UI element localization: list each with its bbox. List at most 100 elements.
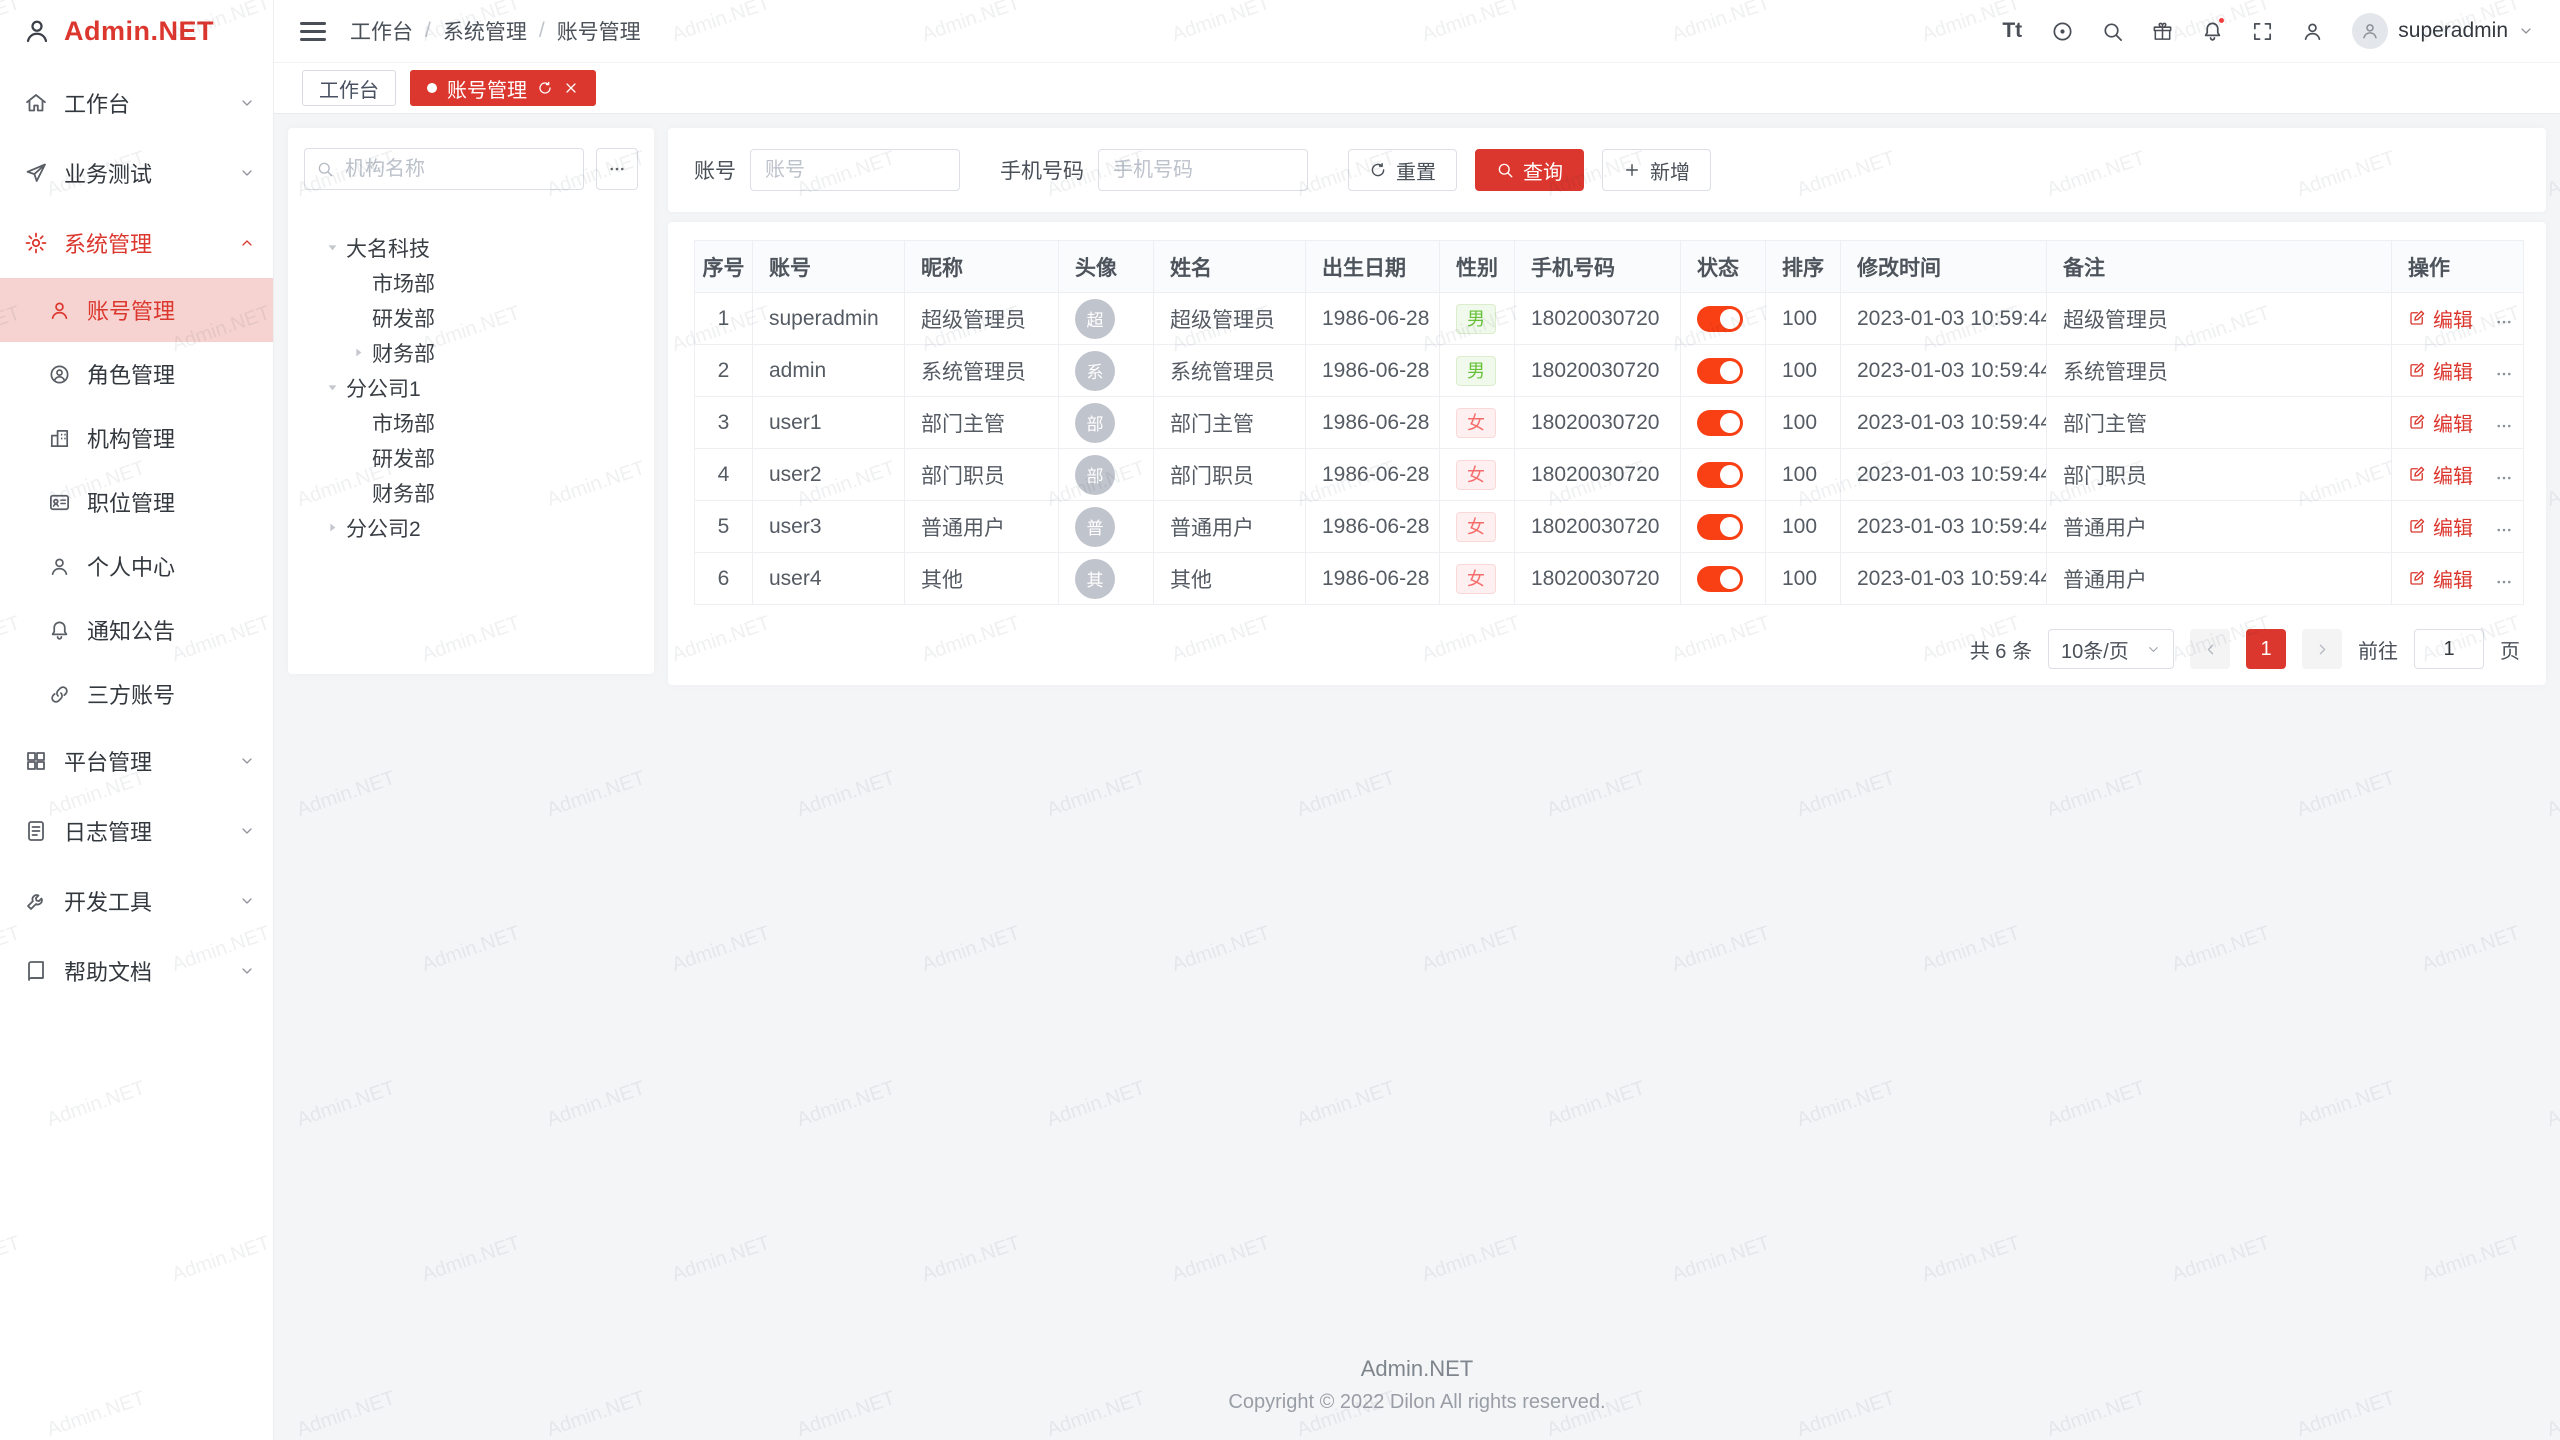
cell-no: 5 xyxy=(695,501,753,553)
account-input[interactable] xyxy=(750,149,960,191)
tree-item[interactable]: 大名科技 xyxy=(304,230,638,265)
row-avatar: 普 xyxy=(1075,507,1115,547)
sidebar: Admin.NET 工作台业务测试系统管理账号管理角色管理机构管理职位管理个人中… xyxy=(0,0,274,1440)
cell-sort: 100 xyxy=(1766,553,1841,605)
sidebar-subitem[interactable]: 职位管理 xyxy=(0,470,273,534)
more-icon xyxy=(2495,521,2513,539)
edit-button[interactable]: 编辑 xyxy=(2408,564,2473,593)
caret-right-icon[interactable] xyxy=(318,519,346,536)
sidebar-subitem[interactable]: 个人中心 xyxy=(0,534,273,598)
row-more-button[interactable] xyxy=(2495,573,2513,591)
tree-item[interactable]: 分公司1 xyxy=(304,370,638,405)
search-icon[interactable] xyxy=(2090,9,2134,53)
breadcrumb-item[interactable]: 系统管理 xyxy=(443,16,527,46)
row-more-button[interactable] xyxy=(2495,365,2513,383)
tab-dot xyxy=(427,83,437,93)
breadcrumb-item[interactable]: 工作台 xyxy=(350,16,413,46)
menu-toggle-icon[interactable] xyxy=(300,22,326,41)
cell-birthday: 1986-06-28 xyxy=(1306,553,1440,605)
bell-icon[interactable] xyxy=(2190,9,2234,53)
cell-phone: 18020030720 xyxy=(1515,501,1681,553)
sidebar-item[interactable]: 业务测试 xyxy=(0,138,273,208)
user-icon xyxy=(2301,20,2324,43)
fullscreen-icon[interactable] xyxy=(2240,9,2284,53)
close-icon xyxy=(563,80,579,96)
row-more-button[interactable] xyxy=(2495,417,2513,435)
sidebar-item[interactable]: 开发工具 xyxy=(0,866,273,936)
tree-item[interactable]: 研发部 xyxy=(304,440,638,475)
prev-page-button[interactable] xyxy=(2190,629,2230,669)
sidebar-item[interactable]: 系统管理 xyxy=(0,208,273,278)
cell-account: user3 xyxy=(753,501,905,553)
sidebar-subitem[interactable]: 角色管理 xyxy=(0,342,273,406)
cell-account: user2 xyxy=(753,449,905,501)
cell-gender: 男 xyxy=(1440,293,1515,345)
edit-button[interactable]: 编辑 xyxy=(2408,408,2473,437)
sidebar-subitem[interactable]: 账号管理 xyxy=(0,278,273,342)
table-row: 2admin系统管理员系系统管理员1986-06-28男180200307201… xyxy=(695,345,2524,397)
cell-avatar: 普 xyxy=(1059,501,1154,553)
sidebar-subitem[interactable]: 三方账号 xyxy=(0,662,273,726)
status-switch[interactable] xyxy=(1697,462,1743,488)
font-size-icon[interactable]: Tt xyxy=(1990,9,2034,53)
org-search-input[interactable] xyxy=(304,148,584,190)
edit-icon xyxy=(2408,517,2426,535)
edit-button[interactable]: 编辑 xyxy=(2408,304,2473,333)
edit-button[interactable]: 编辑 xyxy=(2408,512,2473,541)
sidebar-subitem[interactable]: 机构管理 xyxy=(0,406,273,470)
next-page-button[interactable] xyxy=(2302,629,2342,669)
status-switch[interactable] xyxy=(1697,514,1743,540)
phone-field: 手机号码 xyxy=(1000,149,1308,191)
dot-circle-icon[interactable] xyxy=(2040,9,2084,53)
cell-gender: 女 xyxy=(1440,501,1515,553)
row-more-button[interactable] xyxy=(2495,521,2513,539)
current-page-button[interactable]: 1 xyxy=(2246,629,2286,669)
reset-button[interactable]: 重置 xyxy=(1348,149,1457,191)
breadcrumb-item[interactable]: 账号管理 xyxy=(557,16,641,46)
sidebar-subitem[interactable]: 通知公告 xyxy=(0,598,273,662)
tree-item[interactable]: 市场部 xyxy=(304,265,638,300)
tab[interactable]: 账号管理 xyxy=(410,70,596,106)
org-more-button[interactable] xyxy=(596,148,638,190)
tree-item[interactable]: 研发部 xyxy=(304,300,638,335)
sidebar-item[interactable]: 帮助文档 xyxy=(0,936,273,1006)
cell-modified: 2023-01-03 10:59:44 xyxy=(1841,397,2047,449)
user-menu[interactable]: superadmin xyxy=(2352,13,2534,49)
phone-input[interactable] xyxy=(1098,149,1308,191)
caret-right-icon[interactable] xyxy=(344,344,372,361)
search-button[interactable]: 查询 xyxy=(1475,149,1584,191)
status-switch[interactable] xyxy=(1697,358,1743,384)
cell-nickname: 部门主管 xyxy=(905,397,1059,449)
status-switch[interactable] xyxy=(1697,566,1743,592)
tree-item[interactable]: 财务部 xyxy=(304,475,638,510)
user-icon[interactable] xyxy=(2290,9,2334,53)
edit-label: 编辑 xyxy=(2433,512,2473,541)
caret-down-icon[interactable] xyxy=(318,239,346,256)
tree-item[interactable]: 市场部 xyxy=(304,405,638,440)
goto-page-input[interactable] xyxy=(2414,629,2484,669)
gift-icon[interactable] xyxy=(2140,9,2184,53)
status-switch[interactable] xyxy=(1697,410,1743,436)
tree-item[interactable]: 分公司2 xyxy=(304,510,638,545)
app-logo-icon xyxy=(22,16,52,46)
column-header: 状态 xyxy=(1681,241,1766,293)
page-size-select[interactable]: 10条/页 xyxy=(2048,629,2174,669)
row-more-button[interactable] xyxy=(2495,313,2513,331)
cell-birthday: 1986-06-28 xyxy=(1306,501,1440,553)
sidebar-item[interactable]: 日志管理 xyxy=(0,796,273,866)
edit-label: 编辑 xyxy=(2433,564,2473,593)
search-icon xyxy=(316,160,334,178)
status-switch[interactable] xyxy=(1697,306,1743,332)
edit-button[interactable]: 编辑 xyxy=(2408,460,2473,489)
row-more-button[interactable] xyxy=(2495,469,2513,487)
sidebar-item[interactable]: 工作台 xyxy=(0,68,273,138)
tree-item[interactable]: 财务部 xyxy=(304,335,638,370)
tab[interactable]: 工作台 xyxy=(302,70,396,106)
tree-item-label: 市场部 xyxy=(372,408,435,438)
add-button[interactable]: 新增 xyxy=(1602,149,1711,191)
edit-label: 编辑 xyxy=(2433,408,2473,437)
caret-down-icon[interactable] xyxy=(318,379,346,396)
sidebar-item[interactable]: 平台管理 xyxy=(0,726,273,796)
home-icon xyxy=(24,91,48,115)
edit-button[interactable]: 编辑 xyxy=(2408,356,2473,385)
